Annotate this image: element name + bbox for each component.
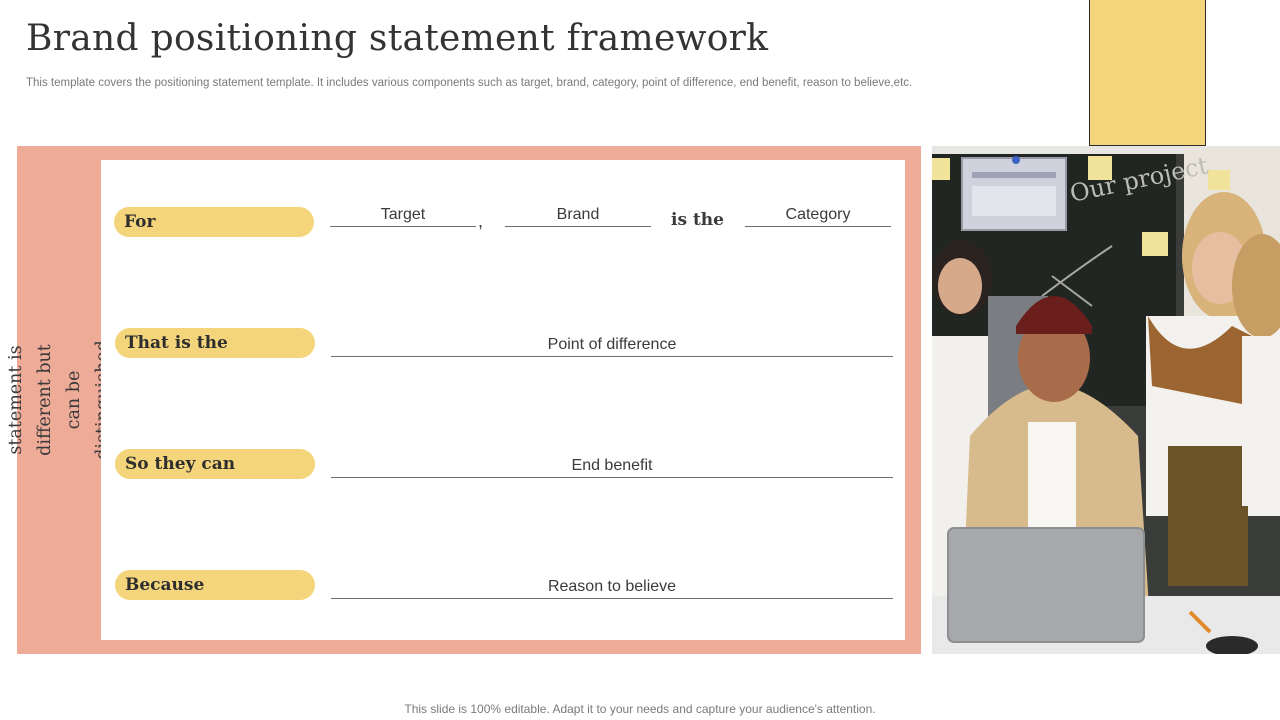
field-separator-comma: , bbox=[478, 211, 484, 231]
row-label-so-they-can: So they can bbox=[115, 449, 315, 479]
footer-note: This slide is 100% editable. Adapt it to… bbox=[404, 702, 876, 716]
row-label-that-is-the: That is the bbox=[115, 328, 315, 358]
team-photo-illustration: Our project bbox=[932, 146, 1280, 654]
page-subtitle: This template covers the positioning sta… bbox=[26, 77, 913, 89]
side-caption: Every positioning statement is different… bbox=[6, 176, 171, 624]
row-label-for: For bbox=[114, 207, 314, 237]
team-photo: Our project bbox=[932, 146, 1280, 654]
page-title: Brand positioning statement framework bbox=[26, 18, 769, 59]
connector-is-the: is the bbox=[671, 210, 724, 230]
accent-rectangle bbox=[1089, 0, 1206, 146]
field-reason-to-believe: Reason to believe bbox=[331, 576, 893, 599]
field-end-benefit: End benefit bbox=[331, 455, 893, 478]
field-point-of-difference: Point of difference bbox=[331, 334, 893, 357]
field-target: Target bbox=[330, 204, 476, 227]
field-brand: Brand bbox=[505, 204, 651, 227]
field-category: Category bbox=[745, 204, 891, 227]
row-label-because: Because bbox=[115, 570, 315, 600]
